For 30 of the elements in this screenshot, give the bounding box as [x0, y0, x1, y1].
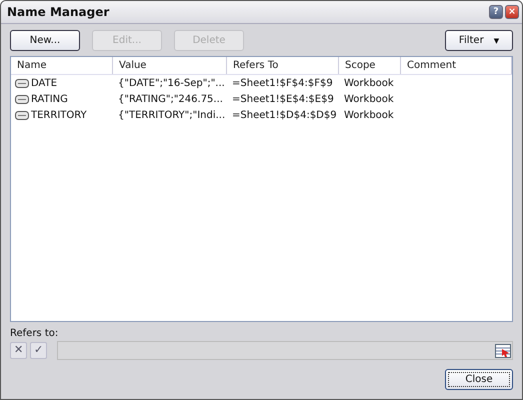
table-cell-text: =Sheet1!$E$4:$E$9	[231, 94, 335, 104]
cancel-button[interactable]: ✕	[10, 342, 27, 359]
column-header[interactable]: Name	[11, 57, 113, 74]
table-cell-text: =Sheet1!$F$4:$F$9	[231, 78, 334, 88]
table-cell: RATING	[31, 94, 68, 104]
table-cell-text: {"RATING";"246.75...	[117, 94, 224, 104]
range-picker-icon[interactable]	[495, 344, 511, 358]
confirm-button[interactable]: ✓	[30, 342, 47, 359]
refers-to-label: Refers to:	[10, 328, 60, 339]
column-header[interactable]: Value	[113, 57, 227, 74]
close-button[interactable]: ×	[505, 5, 519, 19]
close-dialog-button[interactable]: Close	[445, 369, 513, 390]
table-cell: DATE	[31, 78, 58, 88]
table-cell-text: {"DATE";"16-Sep";"...	[117, 78, 226, 88]
table-cell-text: Workbook	[343, 110, 395, 120]
help-button[interactable]: ?	[489, 5, 503, 19]
table-cell-text: {"TERRITORY";"Indi...	[117, 110, 226, 120]
window-title: Name Manager	[7, 5, 110, 19]
column-header[interactable]: Comment	[401, 57, 512, 74]
name-tag-icon	[15, 110, 29, 120]
name-tag-icon	[15, 78, 29, 88]
name-tag-icon	[15, 94, 29, 104]
column-header[interactable]: Refers To	[227, 57, 339, 74]
toolbar-button[interactable]: New...	[10, 30, 80, 50]
table-cell-text: =Sheet1!$D$4:$D$9	[231, 110, 338, 120]
table-cell: TERRITORY	[31, 110, 87, 120]
refers-to-field[interactable]	[57, 341, 513, 360]
column-header[interactable]: Scope	[339, 57, 401, 74]
table-cell-text: Workbook	[343, 94, 395, 104]
table-cell-text: Workbook	[343, 78, 395, 88]
